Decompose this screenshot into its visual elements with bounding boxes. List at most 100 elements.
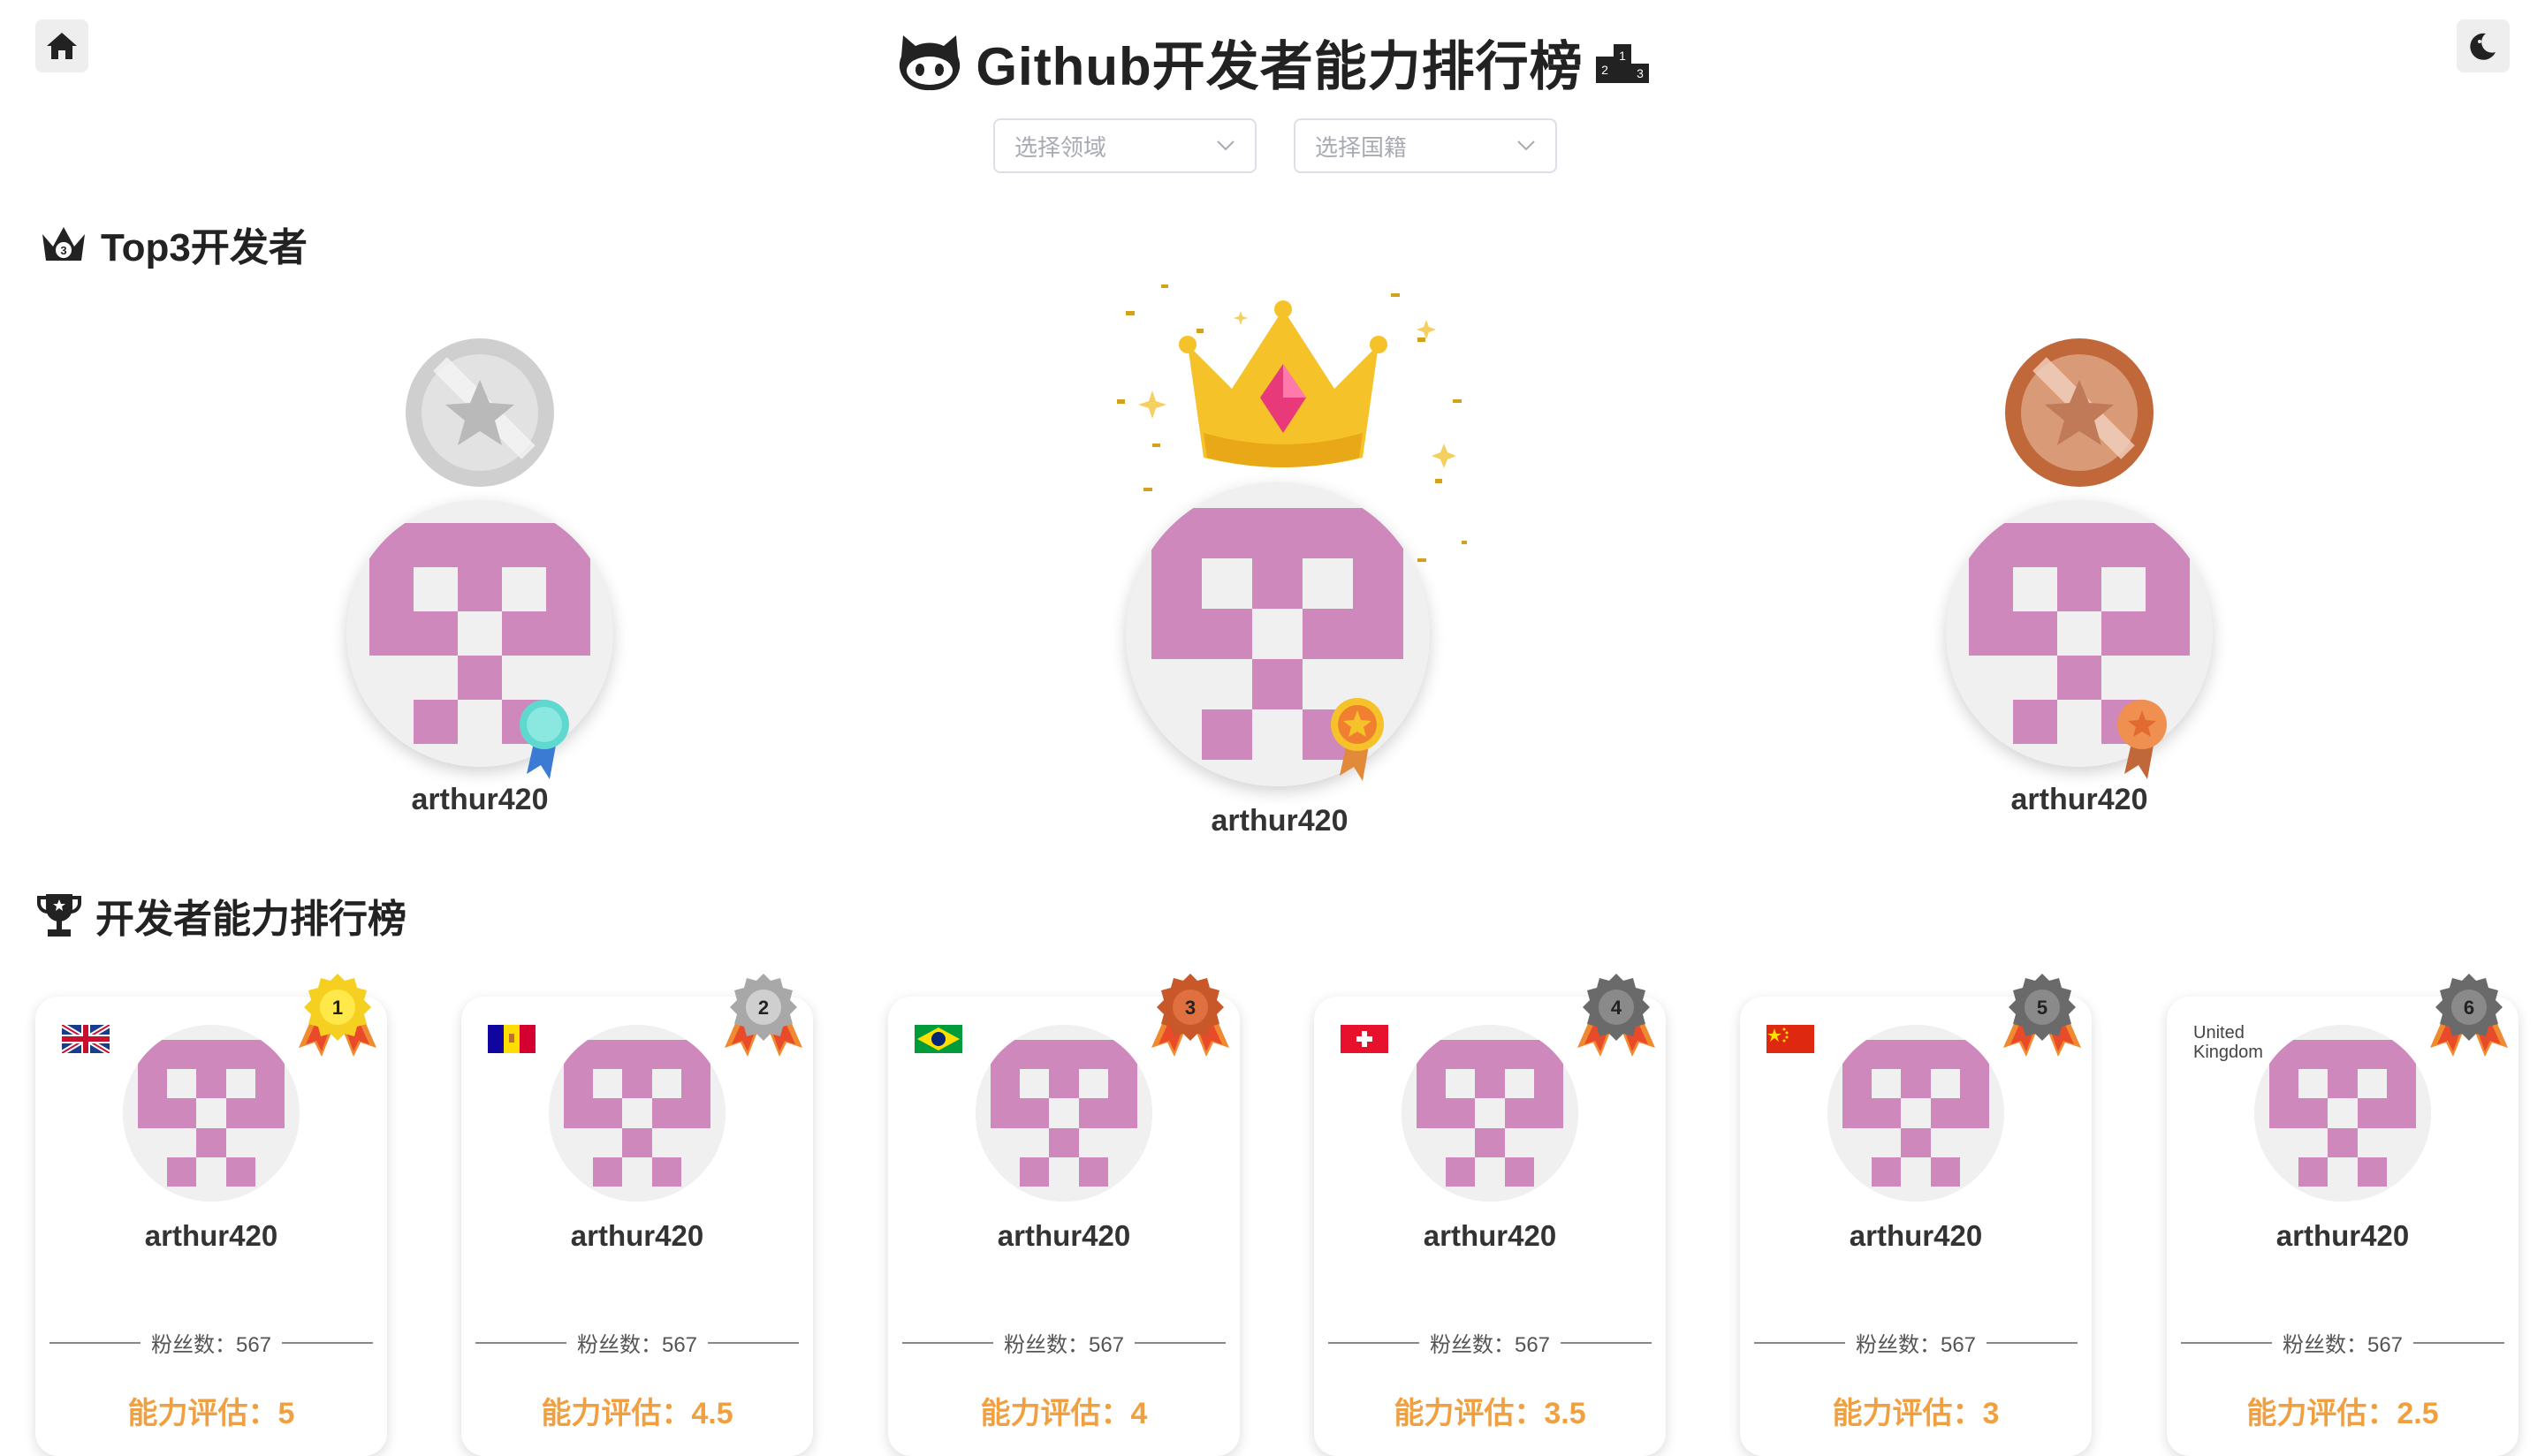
andorra-flag — [488, 1025, 536, 1053]
divider — [1561, 1341, 1652, 1344]
svg-text:3: 3 — [60, 244, 66, 257]
rank-badge-icon: 5 — [2003, 974, 2081, 1057]
country-select[interactable]: 选择国籍 — [1294, 118, 1557, 173]
ability-score: 能力评估：2.5 — [2246, 1397, 2439, 1430]
divider — [1328, 1341, 1419, 1344]
divider — [902, 1341, 993, 1344]
country-select-placeholder: 选择国籍 — [1315, 133, 1408, 161]
divider — [1987, 1341, 2078, 1344]
fans-count: 粉丝数：567 — [1855, 1333, 1977, 1357]
china-flag — [1766, 1025, 1814, 1053]
rank-badge-icon: 4 — [1577, 974, 1655, 1057]
identicon — [2254, 1025, 2431, 1202]
fans-row: 粉丝数：567 — [2181, 1327, 2505, 1358]
svg-text:2: 2 — [1601, 63, 1608, 77]
developer-name: arthur420 — [1849, 1219, 1983, 1252]
ability-score: 能力评估：4 — [980, 1397, 1148, 1430]
developer-name: arthur420 — [570, 1219, 704, 1252]
divider — [2413, 1341, 2505, 1344]
svg-text:6: 6 — [2464, 997, 2474, 1019]
identicon — [123, 1025, 300, 1202]
divider — [1135, 1341, 1227, 1344]
rank-badge-icon: 2 — [725, 974, 802, 1057]
field-select[interactable]: 选择领域 — [993, 118, 1257, 173]
page-title: Github开发者能力排行榜 — [976, 36, 1584, 96]
divider — [282, 1341, 374, 1344]
podium-icon: 2 1 3 — [1595, 44, 1649, 83]
identicon — [1402, 1025, 1578, 1202]
second-place-name: arthur420 — [411, 783, 549, 816]
rank-badge-icon: 1 — [299, 974, 376, 1057]
divider — [1754, 1341, 1845, 1344]
divider — [708, 1341, 800, 1344]
chevron-down-icon — [1217, 140, 1235, 151]
broken-flag-image: United Kingdom — [2193, 1023, 2273, 1062]
developer-name: arthur420 — [1423, 1219, 1557, 1252]
ability-score: 能力评估：3.5 — [1394, 1397, 1586, 1430]
github-icon — [900, 35, 961, 91]
rank-badge-icon: 6 — [2430, 974, 2508, 1057]
developer-avatar[interactable] — [976, 1025, 1152, 1202]
developer-card-4[interactable]: 4 arthur420 粉丝数：567 能力评估：3.5 — [1314, 974, 1666, 1456]
divider — [475, 1341, 566, 1344]
third-place-name: arthur420 — [2010, 783, 2148, 816]
gold-crown-icon — [1179, 300, 1387, 467]
chevron-down-icon — [1517, 140, 1535, 151]
identicon — [1827, 1025, 2004, 1202]
ability-score: 能力评估：3 — [1832, 1397, 2000, 1430]
svg-text:3: 3 — [1185, 997, 1196, 1019]
fans-row: 粉丝数：567 — [902, 1327, 1227, 1358]
developer-avatar[interactable] — [123, 1025, 300, 1202]
fans-row: 粉丝数：567 — [1754, 1327, 2078, 1358]
developer-name: arthur420 — [997, 1219, 1131, 1252]
svg-text:1: 1 — [332, 997, 343, 1019]
trophy-icon — [37, 894, 81, 937]
identicon — [976, 1025, 1152, 1202]
fans-row: 粉丝数：567 — [49, 1327, 374, 1358]
developer-card-6[interactable]: United Kingdom 6 arthur420 粉丝数：567 能力评估：… — [2167, 974, 2518, 1456]
fans-row: 粉丝数：567 — [475, 1327, 800, 1358]
svg-text:4: 4 — [1611, 997, 1622, 1019]
developer-name: arthur420 — [144, 1219, 278, 1252]
crown-3-icon: 3 — [42, 227, 85, 261]
developer-avatar[interactable] — [1402, 1025, 1578, 1202]
developer-card-5[interactable]: 5 arthur420 粉丝数：567 能力评估：3 — [1740, 974, 2092, 1456]
bronze-medal-icon — [2005, 338, 2154, 487]
developer-name: arthur420 — [2275, 1219, 2410, 1252]
top3-section-title: 3 Top3开发者 — [39, 216, 308, 272]
orange-ribbon-badge-icon — [2117, 700, 2167, 779]
teal-ribbon-badge-icon — [520, 700, 569, 779]
united-kingdom-flag — [60, 1022, 111, 1056]
ability-score: 能力评估：4.5 — [541, 1397, 733, 1430]
switzerland-flag — [1341, 1025, 1388, 1053]
silver-medal-icon — [406, 338, 554, 487]
divider — [2181, 1341, 2272, 1344]
svg-text:2: 2 — [758, 997, 769, 1019]
fans-count: 粉丝数：567 — [150, 1333, 272, 1357]
developer-card-1[interactable]: 1 arthur420 粉丝数：567 能力评估：5 — [35, 974, 387, 1456]
svg-text:5: 5 — [2037, 997, 2047, 1019]
fans-row: 粉丝数：567 — [1328, 1327, 1652, 1358]
first-place-name: arthur420 — [1211, 804, 1348, 838]
divider — [49, 1341, 141, 1344]
field-select-placeholder: 选择领域 — [1014, 133, 1107, 161]
top3-title-text: Top3开发者 — [101, 226, 308, 269]
developer-card-3[interactable]: 3 arthur420 粉丝数：567 能力评估：4 — [888, 974, 1240, 1456]
fans-count: 粉丝数：567 — [576, 1333, 698, 1357]
page-header: Github开发者能力排行榜 2 1 3 — [0, 18, 2545, 106]
flag-alt-text: United Kingdom — [2193, 1023, 2263, 1062]
developer-avatar[interactable] — [549, 1025, 726, 1202]
brazil-flag — [915, 1025, 962, 1053]
identicon — [549, 1025, 726, 1202]
gold-ribbon-badge-icon — [1331, 698, 1384, 781]
svg-text:3: 3 — [1637, 66, 1644, 80]
developer-avatar[interactable] — [2254, 1025, 2431, 1202]
fans-count: 粉丝数：567 — [1429, 1333, 1551, 1357]
ability-score: 能力评估：5 — [127, 1397, 295, 1430]
developer-avatar[interactable] — [1827, 1025, 2004, 1202]
fans-count: 粉丝数：567 — [1003, 1333, 1125, 1357]
developer-card-2[interactable]: 2 arthur420 粉丝数：567 能力评估：4.5 — [461, 974, 813, 1456]
ranking-title-text: 开发者能力排行榜 — [95, 898, 406, 941]
fans-count: 粉丝数：567 — [2282, 1333, 2404, 1357]
ranking-section-title: 开发者能力排行榜 — [35, 887, 406, 944]
